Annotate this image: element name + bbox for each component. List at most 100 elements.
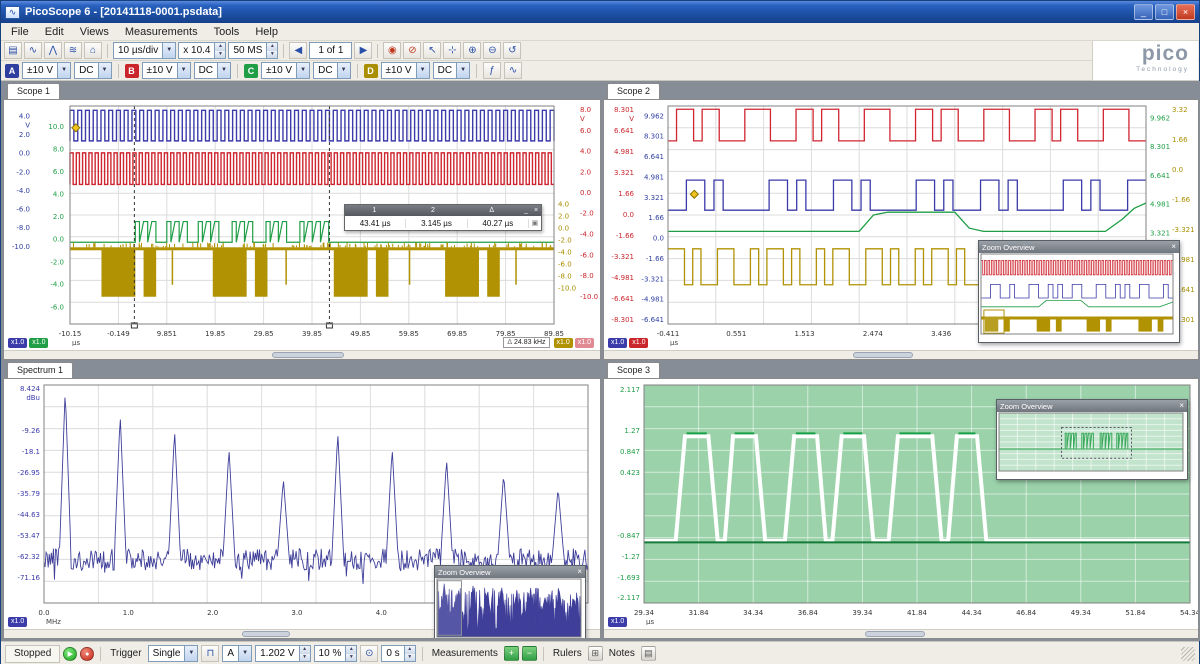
trigger-delay-input[interactable]: 0 s▲▼ bbox=[381, 645, 415, 662]
trigger-marker[interactable] bbox=[72, 124, 80, 132]
trigger-mode-select[interactable]: Single▼ bbox=[148, 645, 199, 662]
scrollbar-thumb[interactable] bbox=[853, 352, 912, 358]
remove-measurement-button[interactable]: − bbox=[522, 646, 537, 661]
svg-text:1.27: 1.27 bbox=[624, 427, 640, 435]
trace-ov-channel-c bbox=[981, 300, 1173, 306]
tab-scope1[interactable]: Scope 1 bbox=[7, 83, 60, 99]
rulers-button[interactable]: Rulers bbox=[550, 648, 585, 659]
channel-a-range-select[interactable]: ±10 V▼ bbox=[22, 62, 71, 79]
prev-page-button[interactable]: ◀ bbox=[289, 42, 307, 59]
svg-text:49.34: 49.34 bbox=[1071, 609, 1092, 617]
trigger-off-icon[interactable]: ⊘ bbox=[403, 42, 421, 59]
tab-spectrum1[interactable]: Spectrum 1 bbox=[7, 362, 73, 378]
minimize-button[interactable]: _ bbox=[1134, 4, 1153, 20]
menu-tools[interactable]: Tools bbox=[206, 24, 248, 40]
close-button[interactable]: × bbox=[1176, 4, 1195, 20]
measurements-button[interactable]: Measurements bbox=[429, 648, 501, 659]
svg-text:-3.321: -3.321 bbox=[641, 275, 664, 283]
svg-text:-4.0: -4.0 bbox=[50, 281, 64, 289]
close-readout-icon[interactable]: × bbox=[531, 207, 541, 214]
scope2-zoom-overview-plot[interactable] bbox=[979, 253, 1175, 337]
start-capture-button[interactable]: ▶ bbox=[63, 647, 77, 661]
zoom-selection[interactable] bbox=[1062, 428, 1132, 459]
sample-count-input[interactable]: 50 MS▲▼ bbox=[228, 42, 278, 59]
scrollbar-thumb[interactable] bbox=[242, 631, 290, 637]
channel-b-coupling-select[interactable]: DC▼ bbox=[194, 62, 231, 79]
tab-scope3[interactable]: Scope 3 bbox=[607, 362, 660, 378]
channel-setup-icon[interactable]: ▤ bbox=[4, 42, 22, 59]
chevron-down-icon[interactable]: ▼ bbox=[162, 43, 175, 58]
menu-file[interactable]: File bbox=[3, 24, 37, 40]
resize-grip[interactable] bbox=[1181, 647, 1195, 661]
svg-text:-10.15: -10.15 bbox=[59, 330, 82, 338]
svg-text:10.0: 10.0 bbox=[48, 123, 64, 131]
menu-help[interactable]: Help bbox=[247, 24, 286, 40]
zoom-out-icon[interactable]: ⊖ bbox=[483, 42, 501, 59]
chevron-down-icon: ▼ bbox=[337, 63, 350, 78]
stop-capture-button[interactable]: ● bbox=[80, 647, 94, 661]
trigger-level-input[interactable]: 1.202 V▲▼ bbox=[255, 645, 310, 662]
undo-zoom-icon[interactable]: ↺ bbox=[503, 42, 521, 59]
zoom-factor-input[interactable]: x 10.4▲▼ bbox=[178, 42, 226, 59]
timebase-select[interactable]: 10 µs/div▼ bbox=[113, 42, 176, 59]
svg-text:-8.0: -8.0 bbox=[16, 224, 30, 232]
scrollbar-thumb[interactable] bbox=[272, 352, 344, 358]
channel-d-range-select[interactable]: ±10 V▼ bbox=[381, 62, 430, 79]
scope3-zoom-overview-window[interactable]: Zoom Overview × bbox=[996, 399, 1188, 480]
channel-d-coupling-select[interactable]: DC▼ bbox=[433, 62, 470, 79]
pan-tool-icon[interactable]: ⊹ bbox=[443, 42, 461, 59]
notes-icon[interactable]: ▤ bbox=[641, 646, 656, 661]
svg-text:54.34: 54.34 bbox=[1180, 609, 1198, 617]
menu-measurements[interactable]: Measurements bbox=[117, 24, 206, 40]
channel-a-coupling-select[interactable]: DC▼ bbox=[74, 62, 111, 79]
close-icon[interactable]: × bbox=[1179, 401, 1184, 411]
channel-c-range-select[interactable]: ±10 V▼ bbox=[261, 62, 310, 79]
scrollbar-thumb[interactable] bbox=[865, 631, 924, 637]
close-icon[interactable]: × bbox=[1171, 242, 1176, 252]
scope3-zoom-overview-plot[interactable] bbox=[997, 412, 1185, 474]
zoom-in-icon[interactable]: ⊕ bbox=[463, 42, 481, 59]
channel-b-range-select[interactable]: ±10 V▼ bbox=[142, 62, 191, 79]
menu-edit[interactable]: Edit bbox=[37, 24, 72, 40]
svg-text:6.641: 6.641 bbox=[614, 127, 634, 135]
tab-scope2[interactable]: Scope 2 bbox=[607, 83, 660, 99]
minimize-readout-icon[interactable]: _ bbox=[521, 207, 531, 214]
close-icon[interactable]: × bbox=[577, 567, 582, 577]
signal-generator-icon[interactable]: ∿ bbox=[504, 62, 522, 79]
pre-trigger-input[interactable]: 10 %▲▼ bbox=[314, 645, 358, 662]
trigger-source-select[interactable]: A▼ bbox=[222, 645, 252, 662]
menu-views[interactable]: Views bbox=[72, 24, 117, 40]
trigger-marker[interactable] bbox=[690, 190, 698, 198]
next-page-button[interactable]: ▶ bbox=[354, 42, 372, 59]
add-measurement-button[interactable]: + bbox=[504, 646, 519, 661]
scope3-hscrollbar[interactable] bbox=[604, 629, 1198, 638]
channel-c-coupling-select[interactable]: DC▼ bbox=[313, 62, 350, 79]
statusbar-separator bbox=[543, 647, 544, 661]
svg-text:29.85: 29.85 bbox=[254, 330, 274, 338]
zoom-selection[interactable] bbox=[984, 310, 1004, 333]
scope2-zoom-overview-window[interactable]: Zoom Overview × bbox=[978, 240, 1180, 343]
spectrum-zoom-overview-plot[interactable] bbox=[435, 578, 583, 639]
trigger-point-icon[interactable]: ◉ bbox=[383, 42, 401, 59]
math-channel-icon[interactable]: ƒ bbox=[483, 62, 501, 79]
auto-setup-icon[interactable]: ⌂ bbox=[84, 42, 102, 59]
persistence-mode-icon[interactable]: ≋ bbox=[64, 42, 82, 59]
channel-a-label: A bbox=[5, 64, 19, 78]
spectrum-mode-icon[interactable]: ⋀ bbox=[44, 42, 62, 59]
trigger-delay-icon[interactable]: ⊙ bbox=[360, 645, 378, 662]
spectrum-zoom-overview-window[interactable]: Zoom Overview × bbox=[434, 565, 586, 639]
scope2-hscrollbar[interactable] bbox=[604, 350, 1198, 359]
svg-text:1.66: 1.66 bbox=[1172, 136, 1188, 144]
lock-icon[interactable]: ▣ bbox=[529, 219, 541, 227]
svg-text:0.0: 0.0 bbox=[38, 609, 49, 617]
notes-button[interactable]: Notes bbox=[606, 648, 638, 659]
pointer-tool-icon[interactable]: ↖ bbox=[423, 42, 441, 59]
zoom-selection[interactable] bbox=[438, 581, 462, 636]
restore-button[interactable]: □ bbox=[1155, 4, 1174, 20]
svg-text:2.474: 2.474 bbox=[863, 330, 884, 338]
scope-mode-icon[interactable]: ∿ bbox=[24, 42, 42, 59]
rulers-icon[interactable]: ⊞ bbox=[588, 646, 603, 661]
ruler-readout-box[interactable]: 1 2 Δ _ × 43.41 µs 3.145 µs 40.27 µs ▣ bbox=[344, 204, 542, 231]
scope1-hscrollbar[interactable] bbox=[4, 350, 600, 359]
trigger-edge-icon[interactable]: ⊓ bbox=[201, 645, 219, 662]
